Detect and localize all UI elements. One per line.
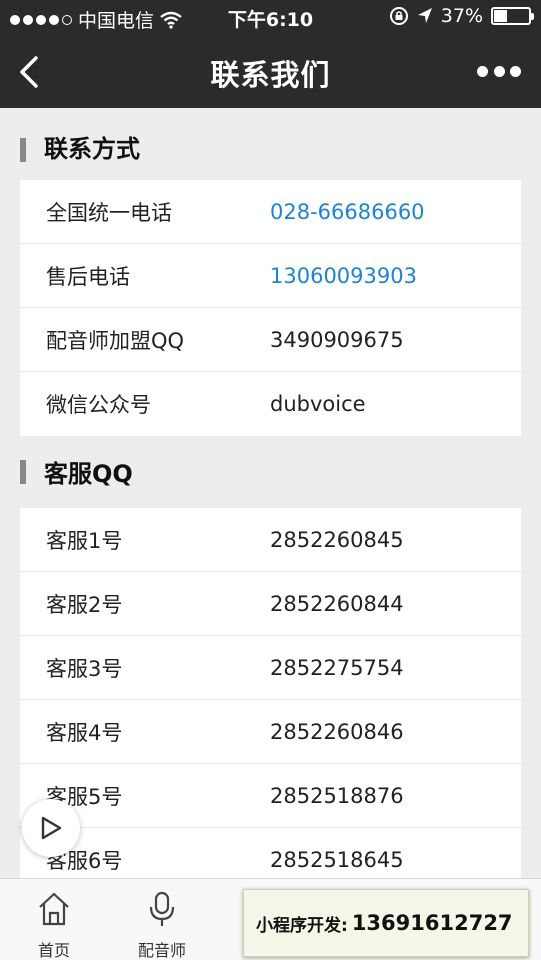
battery-icon <box>491 7 534 25</box>
service-row: 客服5号 2852518876 <box>20 764 521 828</box>
contact-row-hotline: 全国统一电话 028-66686660 <box>20 180 521 244</box>
row-label: 全国统一电话 <box>46 200 172 225</box>
hotline-phone-link[interactable]: 028-66686660 <box>270 200 425 224</box>
floating-play-button[interactable] <box>22 799 80 857</box>
row-value: dubvoice <box>270 392 366 416</box>
page-content: 联系方式 全国统一电话 028-66686660 售后电话 1306009390… <box>0 108 541 892</box>
row-label: 客服1号 <box>46 528 123 553</box>
tab-voice-actor[interactable]: 配音师 <box>108 879 216 960</box>
row-value: 3490909675 <box>270 327 404 352</box>
aftersales-phone-link[interactable]: 13060093903 <box>270 264 417 288</box>
promo-phone: 13691612727 <box>351 911 513 935</box>
more-options-icon[interactable] <box>477 60 521 82</box>
tab-label: 配音师 <box>137 941 186 960</box>
row-value: 2852260844 <box>270 591 404 616</box>
row-value: 2852275754 <box>270 655 404 680</box>
microphone-icon <box>149 891 175 926</box>
home-icon <box>39 892 69 926</box>
service-row: 客服2号 2852260844 <box>20 572 521 636</box>
row-value: 2852518876 <box>270 783 404 808</box>
service-row: 客服1号 2852260845 <box>20 508 521 572</box>
contact-card: 全国统一电话 028-66686660 售后电话 13060093903 配音师… <box>20 180 521 436</box>
row-value: 2852518645 <box>270 848 404 872</box>
row-label: 客服4号 <box>46 720 123 745</box>
contact-row-voice-actor-qq: 配音师加盟QQ 3490909675 <box>20 308 521 372</box>
nav-bar: 联系我们 <box>0 36 541 108</box>
orientation-lock-icon <box>389 7 408 25</box>
row-label: 配音师加盟QQ <box>46 328 185 353</box>
contact-row-aftersales: 售后电话 13060093903 <box>20 244 521 308</box>
tab-home[interactable]: 首页 <box>0 879 108 960</box>
status-bar: 中国电信 下午6:10 37% <box>0 0 541 36</box>
status-right: 37% <box>389 5 534 27</box>
service-qq-card: 客服1号 2852260845 客服2号 2852260844 客服3号 285… <box>20 508 521 892</box>
page-title: 联系我们 <box>210 58 331 92</box>
section-title-service-qq: 客服QQ <box>0 436 541 508</box>
row-label: 售后电话 <box>46 264 130 289</box>
row-value: 2852260845 <box>270 527 404 552</box>
tab-label: 首页 <box>37 941 70 960</box>
service-row: 客服3号 2852275754 <box>20 636 521 700</box>
section-title-contact: 联系方式 <box>0 108 541 180</box>
contact-row-wechat: 微信公众号 dubvoice <box>20 372 521 436</box>
service-row: 客服4号 2852260846 <box>20 700 521 764</box>
promo-label: 小程序开发: <box>256 915 348 936</box>
row-label: 客服3号 <box>46 656 123 681</box>
battery-fill <box>494 10 507 22</box>
location-icon <box>417 8 432 23</box>
play-icon <box>41 816 62 840</box>
row-label: 客服2号 <box>46 592 123 617</box>
row-label: 微信公众号 <box>46 393 151 417</box>
battery-percent: 37% <box>440 5 483 27</box>
promo-banner: 小程序开发: 13691612727 <box>243 889 529 957</box>
row-value: 2852260846 <box>270 719 404 744</box>
